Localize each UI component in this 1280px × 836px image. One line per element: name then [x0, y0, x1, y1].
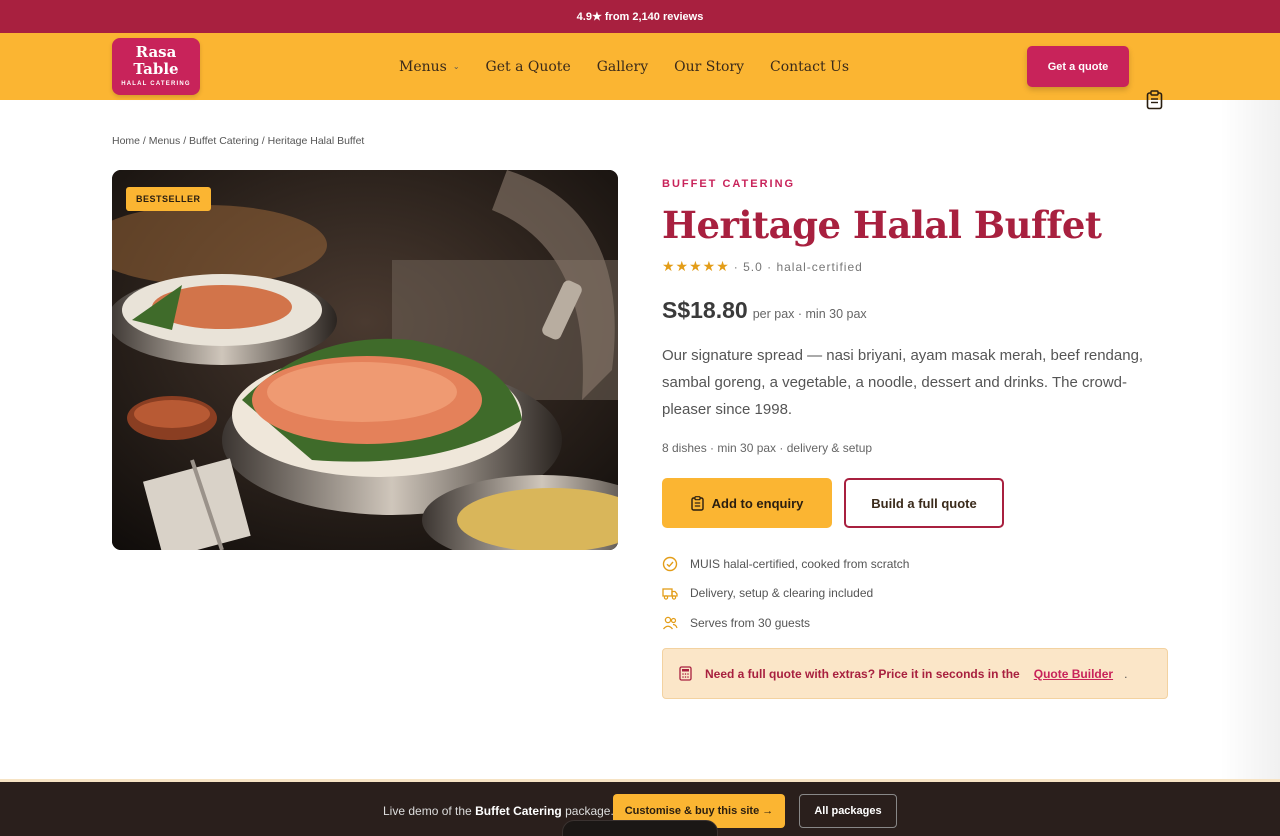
calculator-icon — [679, 666, 692, 681]
nav-our-story[interactable]: Our Story — [674, 59, 744, 75]
logo-name-line1: Rasa — [135, 43, 177, 61]
bestseller-badge: BESTSELLER — [126, 187, 211, 211]
quote-builder-link[interactable]: Quote Builder — [1034, 667, 1113, 681]
demo-bar: Live demo of the Buffet Catering package… — [0, 779, 1280, 836]
feature-list: MUIS halal-certified, cooked from scratc… — [662, 549, 909, 638]
demo-bar-text: Live demo of the Buffet Catering package… — [383, 804, 614, 818]
logo-tagline: HALAL CATERING — [121, 81, 191, 87]
feature-text: MUIS halal-certified, cooked from scratc… — [690, 556, 910, 571]
users-icon — [662, 616, 678, 630]
demo-bar-suffix: package. — [565, 804, 614, 818]
callout-text: Need a full quote with extras? Price it … — [705, 666, 1020, 681]
rating-stars: ★★★★★ — [662, 258, 730, 274]
check-circle-icon — [662, 556, 678, 571]
main-nav: Menus ⌄ Get a Quote Gallery Our Story Con… — [399, 33, 875, 100]
truck-icon — [662, 588, 678, 600]
review-banner: 4.9★ from 2,140 reviews — [0, 0, 1280, 33]
floating-dock[interactable] — [562, 820, 718, 836]
nav-menus[interactable]: Menus ⌄ — [399, 59, 460, 75]
price-unit: per pax · min 30 pax — [752, 307, 867, 321]
product-category: BUFFET CATERING — [662, 178, 796, 190]
nav-menus-label: Menus — [399, 58, 447, 75]
buffet-photo — [112, 170, 618, 550]
nav-gallery[interactable]: Gallery — [597, 59, 648, 75]
chevron-down-icon: ⌄ — [452, 62, 460, 71]
product-rating: ★★★★★ · 5.0 · halal-certified — [662, 258, 863, 275]
product-meta: 8 dishes · min 30 pax · delivery & setup — [662, 441, 873, 455]
edge-shadow — [1220, 100, 1280, 780]
feature-text: Serves from 30 guests — [690, 615, 811, 630]
add-to-enquiry-label: Add to enquiry — [711, 495, 804, 511]
nav-get-a-quote[interactable]: Get a Quote — [486, 59, 571, 75]
all-packages-button[interactable]: All packages — [799, 794, 897, 828]
quote-builder-callout: Need a full quote with extras? Price it … — [662, 648, 1168, 699]
demo-bar-package: Buffet Catering — [475, 804, 562, 818]
build-full-quote-button[interactable]: Build a full quote — [844, 478, 1004, 528]
clipboard-icon — [690, 495, 704, 511]
logo-name-line2: Table — [133, 60, 179, 78]
breadcrumb[interactable]: Home / Menus / Buffet Catering / Heritag… — [112, 135, 364, 147]
demo-bar-prefix: Live demo of the — [383, 804, 472, 818]
product-title: Heritage Halal Buffet — [662, 203, 1102, 247]
price-amount: S$18.80 — [662, 297, 748, 323]
feature-text: Delivery, setup & clearing included — [690, 586, 874, 601]
callout-end: . — [1124, 666, 1128, 681]
product-description: Our signature spread — nasi briyani, aya… — [662, 347, 1144, 418]
nav-contact-us[interactable]: Contact Us — [770, 59, 849, 75]
product-price: S$18.80 per pax · min 30 pax — [662, 297, 867, 324]
add-to-enquiry-button[interactable]: Add to enquiry — [662, 478, 832, 528]
product-image: BESTSELLER — [112, 170, 618, 550]
logo[interactable]: Rasa Table HALAL CATERING — [112, 38, 200, 95]
feature-item: MUIS halal-certified, cooked from scratc… — [662, 549, 909, 579]
feature-item: Serves from 30 guests — [662, 608, 909, 638]
rating-text: · 5.0 · halal-certified — [733, 259, 863, 274]
header-get-quote-button[interactable]: Get a quote — [1027, 46, 1129, 87]
site-header: Rasa Table HALAL CATERING Menus ⌄ Get a Q… — [0, 33, 1280, 110]
feature-item: Delivery, setup & clearing included — [662, 579, 909, 609]
review-banner-text: 4.9★ from 2,140 reviews — [576, 11, 704, 23]
